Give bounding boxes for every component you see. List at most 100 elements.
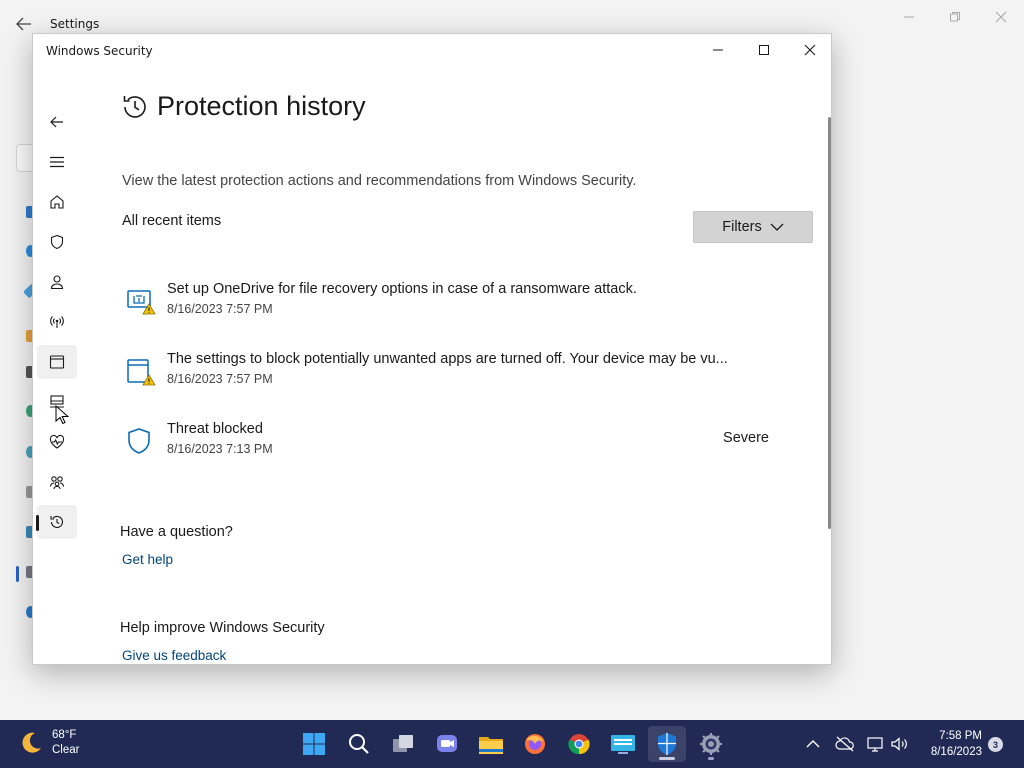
nav-settings[interactable]: [37, 657, 77, 664]
nav-device-performance-health[interactable]: [37, 425, 77, 459]
shield-icon: [123, 425, 157, 459]
close-icon[interactable]: [978, 6, 1024, 28]
search-icon: [349, 734, 369, 754]
file-explorer-icon: [479, 737, 503, 754]
nav-active-indicator: [36, 515, 39, 531]
app-browser-warning-icon: [123, 355, 157, 389]
feedback-heading: Help improve Windows Security: [120, 620, 325, 636]
protection-history-icon: [50, 515, 64, 528]
onedrive-offline-tray[interactable]: [834, 734, 856, 754]
home-icon: [50, 195, 64, 209]
windows-security-button[interactable]: [648, 726, 686, 762]
history-item-date: 8/16/2023 7:57 PM: [167, 302, 273, 316]
start-button[interactable]: [295, 726, 333, 762]
nav-back-button[interactable]: [37, 105, 77, 139]
close-icon: [804, 44, 816, 56]
windows-security-icon: [658, 733, 676, 755]
help-heading: Have a question?: [120, 524, 233, 540]
chrome-icon: [568, 734, 590, 755]
main-content: Protection history View the latest prote…: [81, 67, 831, 664]
running-app-indicator: [708, 757, 714, 760]
settings-title: Settings: [50, 17, 100, 31]
back-arrow-icon: [50, 116, 63, 128]
active-indicator: [16, 566, 19, 582]
back-arrow-icon[interactable]: [14, 14, 34, 34]
notification-badge[interactable]: 3: [988, 737, 1003, 752]
start-icon: [303, 733, 325, 755]
family-options-icon: [49, 476, 65, 490]
history-item-title: Threat blocked: [167, 421, 263, 437]
chrome-button[interactable]: [560, 726, 598, 762]
app-browser-icon: [49, 355, 65, 369]
maximize-icon: [759, 45, 769, 55]
restore-icon[interactable]: [932, 6, 978, 28]
filters-label: Filters: [722, 219, 762, 235]
nav-protection-history[interactable]: [37, 505, 77, 539]
task-view-icon: [393, 735, 413, 752]
minimize-button[interactable]: [695, 34, 741, 66]
firefox-icon: [525, 734, 545, 754]
firefox-button[interactable]: [516, 726, 554, 762]
history-item-threat-blocked[interactable]: Threat blocked 8/16/2023 7:13 PM Severe: [123, 421, 783, 471]
remote-desktop-button[interactable]: [604, 726, 642, 762]
nav-account-protection[interactable]: [37, 265, 77, 299]
account-icon: [50, 275, 64, 290]
give-feedback-link[interactable]: Give us feedback: [122, 648, 226, 663]
device-health-icon: [49, 434, 65, 449]
weather-temperature: 68°F: [52, 729, 77, 741]
search-button[interactable]: [340, 726, 378, 762]
volume-icon: [891, 737, 907, 751]
task-view-button[interactable]: [384, 726, 422, 762]
cloud-offline-icon: [835, 736, 854, 752]
navigation-rail: [33, 67, 81, 664]
mouse-cursor-icon: [55, 405, 69, 425]
page-title: Protection history: [157, 91, 366, 121]
nav-family-options[interactable]: [37, 465, 77, 499]
shield-icon: [50, 234, 64, 250]
show-hidden-icons-button[interactable]: [802, 734, 824, 754]
teams-chat-button[interactable]: [428, 726, 466, 762]
severity-label: Severe: [723, 430, 769, 446]
history-item-onedrive[interactable]: Set up OneDrive for file recovery option…: [123, 281, 783, 331]
volume-tray[interactable]: [889, 734, 911, 754]
nav-virus-protection[interactable]: [37, 225, 77, 259]
protection-history-icon: [123, 95, 146, 118]
teams-chat-icon: [437, 735, 457, 752]
maximize-button[interactable]: [741, 34, 787, 66]
remote-desktop-icon: [611, 735, 635, 754]
nav-home[interactable]: [37, 185, 77, 219]
weather-description: Clear: [52, 744, 80, 756]
onedrive-warning-icon: [123, 285, 157, 319]
moon-icon: [22, 732, 41, 753]
settings-button[interactable]: [692, 726, 730, 762]
get-help-link[interactable]: Get help: [122, 552, 173, 567]
network-icon: [867, 737, 883, 752]
hamburger-menu-icon: [50, 156, 64, 168]
history-item-date: 8/16/2023 7:57 PM: [167, 372, 273, 386]
chevron-down-icon: [770, 223, 784, 231]
taskbar: 68°F Clear 7:58 PM 8/16/2023: [0, 720, 1024, 768]
weather-widget[interactable]: 68°F Clear: [18, 728, 79, 758]
section-label: All recent items: [122, 213, 222, 229]
file-explorer-button[interactable]: [472, 726, 510, 762]
close-button[interactable]: [787, 34, 831, 66]
nav-menu-button[interactable]: [37, 145, 77, 179]
minimize-icon[interactable]: [886, 6, 932, 28]
history-item-title: The settings to block potentially unwant…: [167, 351, 728, 367]
history-item-date: 8/16/2023 7:13 PM: [167, 442, 273, 456]
nav-app-browser-control[interactable]: [37, 345, 77, 379]
window-titlebar: Windows Security: [33, 34, 831, 67]
taskbar-clock[interactable]: 7:58 PM 8/16/2023: [918, 728, 982, 760]
history-item-unwanted-apps[interactable]: The settings to block potentially unwant…: [123, 351, 783, 401]
clock-date: 8/16/2023: [930, 746, 982, 758]
network-tray[interactable]: [865, 734, 887, 754]
nav-firewall-network[interactable]: [37, 305, 77, 339]
filters-button[interactable]: Filters: [693, 211, 813, 243]
vertical-scrollbar[interactable]: [828, 117, 831, 529]
history-item-title: Set up OneDrive for file recovery option…: [167, 281, 637, 297]
minimize-icon: [713, 49, 723, 51]
chevron-up-icon: [806, 740, 820, 748]
settings-icon: [700, 733, 722, 755]
windows-security-window: Windows Security Protection history View…: [32, 33, 832, 665]
firewall-network-icon: [50, 316, 64, 328]
